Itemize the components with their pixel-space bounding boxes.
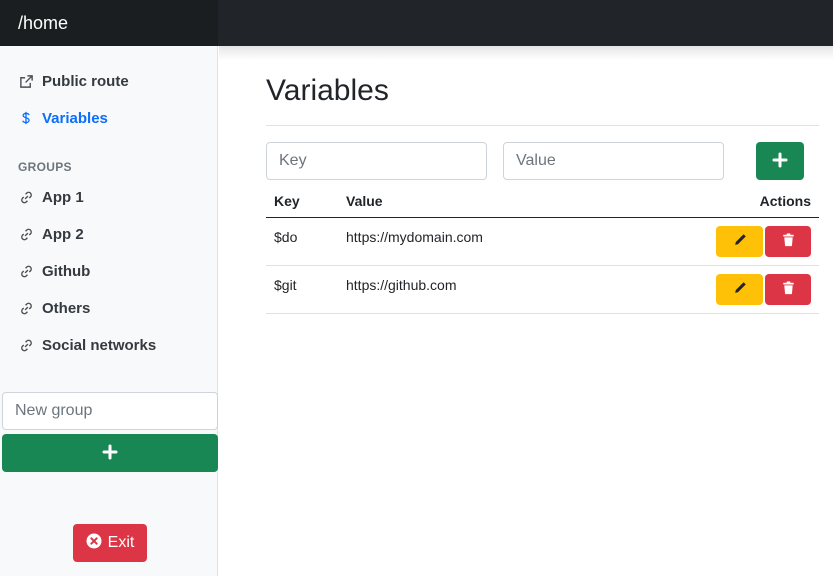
current-path: /home [0, 0, 218, 46]
variables-table: Key Value Actions $do https://mydomain.c… [266, 186, 819, 314]
key-input[interactable] [266, 142, 487, 180]
sidebar-group-app-2[interactable]: App 2 [18, 223, 84, 245]
groups-heading: GROUPS [18, 160, 72, 174]
navbar-shadow [219, 46, 833, 60]
sidebar-group-label: App 1 [42, 188, 84, 206]
sidebar: Public route Variables GROUPS App 1 App … [0, 46, 218, 576]
variable-value: https://github.com [338, 265, 626, 314]
exit-button[interactable]: Exit [73, 524, 147, 562]
sidebar-group-others[interactable]: Others [18, 297, 90, 319]
trash-icon [782, 280, 795, 298]
sidebar-group-label: Github [42, 262, 91, 280]
link-icon [18, 337, 34, 353]
pencil-icon [733, 233, 747, 250]
sidebar-group-app-1[interactable]: App 1 [18, 186, 84, 208]
divider [266, 125, 819, 126]
edit-button[interactable] [716, 273, 763, 305]
table-header-row: Key Value Actions [266, 186, 819, 218]
sidebar-group-label: App 2 [42, 225, 84, 243]
exit-label: Exit [107, 534, 135, 551]
sidebar-item-public-route[interactable]: Public route [18, 70, 129, 92]
pencil-icon [733, 281, 747, 298]
delete-button[interactable] [765, 225, 811, 257]
sidebar-group-social-networks[interactable]: Social networks [18, 334, 156, 356]
sidebar-group-github[interactable]: Github [18, 260, 90, 282]
table-row: $do https://mydomain.com [266, 217, 819, 266]
value-input[interactable] [503, 142, 724, 180]
plus-icon [772, 152, 788, 171]
edit-button[interactable] [716, 225, 763, 257]
variable-key: $do [266, 217, 338, 266]
column-header-value: Value [338, 186, 626, 218]
dollar-icon [18, 110, 34, 126]
trash-icon [782, 232, 795, 250]
add-variable-button[interactable] [756, 142, 804, 180]
add-group-button[interactable] [2, 434, 218, 472]
top-navbar: /home [0, 0, 833, 46]
link-icon [18, 263, 34, 279]
row-actions [625, 265, 819, 314]
link-icon [18, 226, 34, 242]
link-icon [18, 189, 34, 205]
sidebar-group-label: Social networks [42, 336, 157, 354]
x-circle-icon [86, 533, 102, 554]
delete-button[interactable] [765, 273, 811, 305]
sidebar-item-variables[interactable]: Variables [18, 107, 108, 129]
variable-value: https://mydomain.com [338, 217, 626, 266]
variable-key: $git [266, 265, 338, 314]
column-header-actions: Actions [625, 186, 819, 218]
plus-icon [102, 444, 118, 463]
external-link-icon [18, 73, 34, 89]
table-row: $git https://github.com [266, 265, 819, 314]
main-content: Variables Key Value Actions $do https://… [219, 46, 833, 576]
row-actions [625, 217, 819, 266]
column-header-key: Key [266, 186, 338, 218]
new-group-input[interactable] [2, 392, 218, 430]
sidebar-group-label: Others [42, 299, 91, 317]
sidebar-item-label: Variables [42, 109, 108, 127]
page-title: Variables [266, 74, 389, 107]
sidebar-item-label: Public route [42, 72, 129, 90]
link-icon [18, 300, 34, 316]
